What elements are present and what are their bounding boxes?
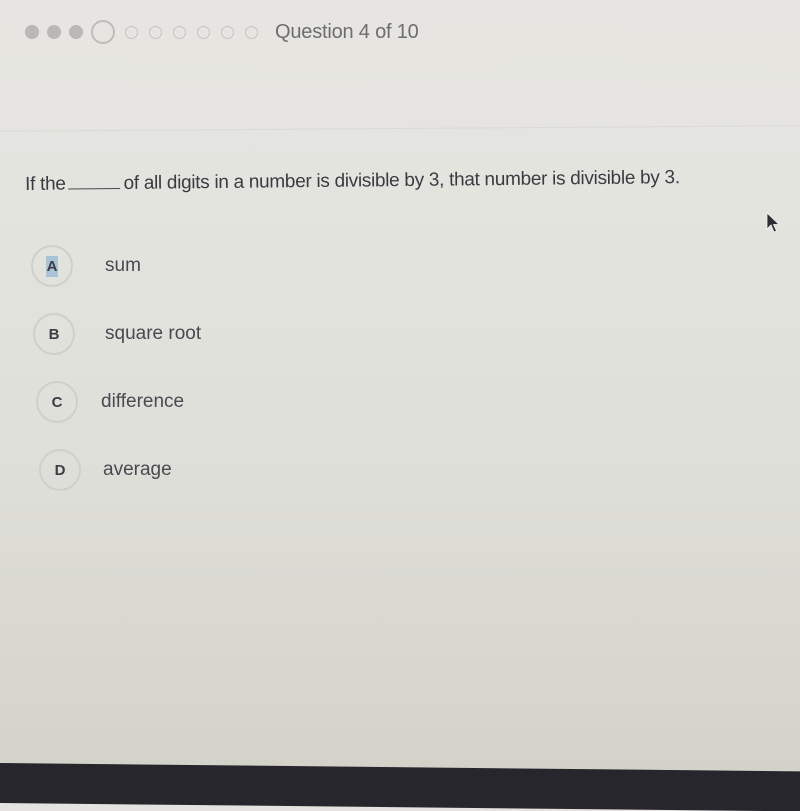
question-text: If the of all digits in a number is divis… [25, 167, 680, 196]
choice-letter-bubble[interactable]: A [31, 245, 73, 287]
progress-dot-completed [69, 25, 83, 39]
progress-dot-upcoming [173, 25, 186, 39]
choice-letter-bubble[interactable]: B [33, 313, 75, 355]
choice-letter: A [45, 255, 59, 277]
choice-label: average [103, 459, 172, 480]
answer-choice-a[interactable]: A sum [31, 245, 141, 287]
choice-letter: D [54, 461, 66, 479]
answer-choice-c[interactable]: C difference [36, 381, 184, 423]
monitor-bezel [0, 763, 800, 811]
mouse-pointer-icon [766, 212, 780, 233]
question-counter: Question 4 of 10 [275, 20, 419, 43]
progress-dot-completed [25, 25, 39, 39]
progress-dot-upcoming [221, 25, 234, 39]
progress-dot-upcoming [245, 25, 258, 39]
progress-dot-current [91, 20, 115, 44]
progress-dot-upcoming [125, 25, 138, 39]
question-blank [68, 176, 121, 190]
question-suffix: of all digits in a number is divisible b… [123, 167, 680, 194]
header-divider [0, 125, 800, 132]
quiz-screen: Question 4 of 10 If the of all digits in … [0, 0, 800, 765]
progress-dot-completed [47, 25, 61, 39]
choice-label: difference [101, 391, 185, 412]
progress-dot-upcoming [149, 25, 162, 39]
question-progress: Question 4 of 10 [25, 14, 419, 50]
choice-letter-bubble[interactable]: D [39, 449, 81, 491]
choice-letter: B [48, 325, 60, 343]
choice-letter-bubble[interactable]: C [36, 381, 78, 423]
choice-label: square root [105, 323, 202, 344]
question-prefix: If the [25, 173, 66, 195]
choice-letter: C [51, 393, 63, 411]
choice-label: sum [105, 255, 141, 276]
answer-choice-b[interactable]: B square root [33, 313, 201, 355]
answer-choice-d[interactable]: D average [39, 449, 172, 491]
progress-dot-upcoming [197, 25, 210, 39]
